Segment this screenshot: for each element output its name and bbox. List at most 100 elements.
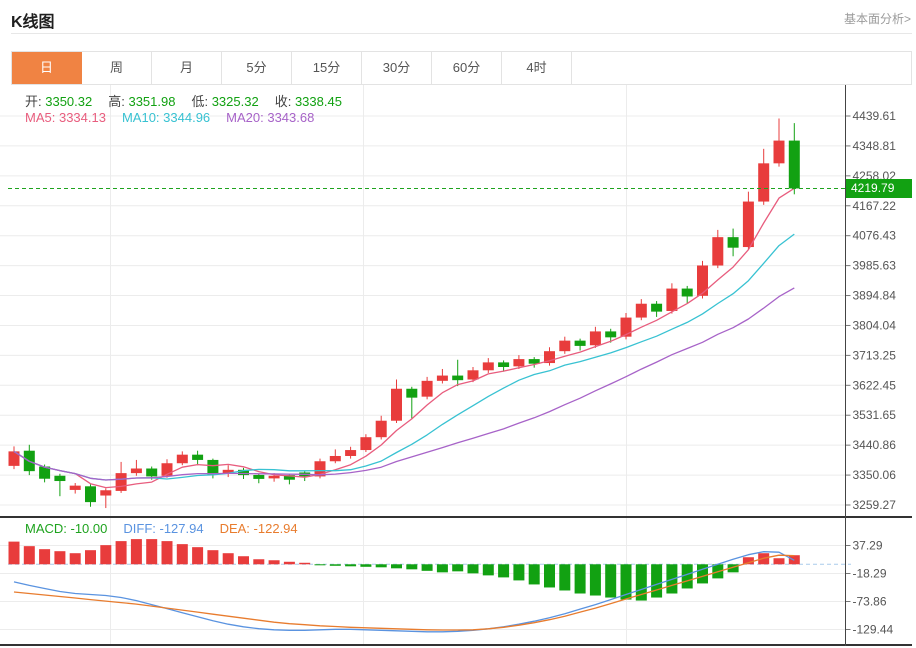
candle-body <box>728 237 739 248</box>
macd-histogram-bar <box>146 539 157 564</box>
macd-histogram-bar <box>682 564 693 588</box>
legend-item: 低: 3325.32 <box>191 94 258 109</box>
macd-histogram-bar <box>253 559 264 564</box>
legend-item: 收: 3338.45 <box>275 94 342 109</box>
candle-body <box>758 163 769 201</box>
candle-body <box>146 469 157 477</box>
candle-body <box>605 331 616 337</box>
ma10-line <box>14 234 794 480</box>
macd-histogram-bar <box>70 553 81 564</box>
tab-interval-1[interactable]: 周 <box>82 52 152 84</box>
candle-body <box>452 376 463 381</box>
interval-tab-bar: 日周月5分15分30分60分4时 <box>11 51 912 85</box>
candle-body <box>682 289 693 297</box>
candle-body <box>406 389 417 398</box>
candle-body <box>468 370 479 379</box>
page-title: K线图 <box>11 8 55 32</box>
candle-body <box>345 450 356 456</box>
ma20-line <box>14 288 794 480</box>
tab-interval-2[interactable]: 月 <box>152 52 222 84</box>
macd-histogram-bar <box>192 547 203 564</box>
candle-body <box>253 475 264 479</box>
y-axis-label: 4348.81 <box>853 139 897 153</box>
y-axis-label: 3350.06 <box>853 468 897 482</box>
macd-histogram-bar <box>54 551 65 564</box>
tab-interval-0[interactable]: 日 <box>12 52 82 84</box>
current-price-badge: 4219.79 <box>846 179 912 198</box>
fundamental-analysis-link[interactable]: 基本面分析> <box>844 10 911 27</box>
candle-body <box>85 486 96 502</box>
macd-histogram-bar <box>39 549 50 564</box>
candle-body <box>376 421 387 437</box>
candle-body <box>575 341 586 346</box>
macd-histogram-bar <box>360 564 371 567</box>
candle-body <box>743 202 754 247</box>
macd-histogram-bar <box>483 564 494 575</box>
macd-legend: MACD: -10.00 DIFF: -127.94 DEA: -122.94 <box>25 521 314 536</box>
candle-body <box>207 460 218 475</box>
legend-item: MA10: 3344.96 <box>122 110 210 125</box>
y-axis-label: 3894.84 <box>853 289 897 303</box>
macd-axis-label: 37.29 <box>853 539 883 553</box>
candle-body <box>590 331 601 345</box>
macd-histogram-bar <box>559 564 570 590</box>
legend-item: DIFF: -127.94 <box>123 521 203 536</box>
candle-body <box>70 486 81 490</box>
macd-histogram-bar <box>24 546 35 564</box>
macd-histogram-bar <box>376 564 387 567</box>
macd-histogram-bar <box>605 564 616 597</box>
macd-histogram-bar <box>406 564 417 569</box>
macd-histogram-bar <box>651 564 662 597</box>
macd-histogram-bar <box>223 553 234 564</box>
y-axis-label: 4076.43 <box>853 229 897 243</box>
macd-histogram-bar <box>468 564 479 573</box>
candle-body <box>116 473 127 491</box>
macd-histogram-bar <box>345 564 356 566</box>
y-axis-label: 3713.25 <box>853 348 897 362</box>
ma-legend: MA5: 3334.13MA10: 3344.96MA20: 3343.68 <box>25 110 330 125</box>
legend-item: MACD: -10.00 <box>25 521 107 536</box>
macd-histogram-bar <box>437 564 448 572</box>
tab-interval-7[interactable]: 4时 <box>502 52 572 84</box>
tab-interval-6[interactable]: 60分 <box>432 52 502 84</box>
tab-interval-3[interactable]: 5分 <box>222 52 292 84</box>
macd-histogram-bar <box>330 564 341 566</box>
candle-body <box>437 376 448 381</box>
ma5-line <box>14 188 794 487</box>
macd-histogram-bar <box>299 563 310 565</box>
legend-item: 高: 3351.98 <box>108 94 175 109</box>
kline-app: 4439.614348.814258.024167.224076.433985.… <box>0 0 916 648</box>
candle-body <box>269 476 280 479</box>
macd-histogram-bar <box>162 541 173 564</box>
macd-histogram-bar <box>315 564 326 565</box>
y-axis-label: 3622.45 <box>853 378 897 392</box>
candle-body <box>789 141 800 189</box>
legend-item: DEA: -122.94 <box>220 521 298 536</box>
macd-histogram-bar <box>116 541 127 564</box>
candle-body <box>192 455 203 460</box>
candle-body <box>391 389 402 421</box>
macd-axis-label: -129.44 <box>853 623 894 637</box>
macd-histogram-bar <box>85 550 96 564</box>
y-axis-label: 3259.27 <box>853 498 897 512</box>
candle-body <box>360 437 371 450</box>
macd-axis-label: -73.86 <box>853 595 887 609</box>
macd-histogram-bar <box>529 564 540 584</box>
macd-histogram-bar <box>100 545 111 564</box>
macd-histogram-bar <box>498 564 509 577</box>
macd-histogram-bar <box>9 542 20 565</box>
candle-body <box>651 304 662 312</box>
y-axis-label: 4167.22 <box>853 199 897 213</box>
tab-interval-4[interactable]: 15分 <box>292 52 362 84</box>
macd-histogram-bar <box>269 560 280 564</box>
tab-interval-5[interactable]: 30分 <box>362 52 432 84</box>
macd-histogram-bar <box>774 558 785 564</box>
candle-body <box>131 469 142 474</box>
candle-body <box>697 265 708 295</box>
macd-histogram-bar <box>177 544 188 564</box>
candle-body <box>330 456 341 461</box>
legend-item: MA20: 3343.68 <box>226 110 314 125</box>
candle-body <box>54 476 65 481</box>
y-axis-label: 3440.86 <box>853 438 897 452</box>
macd-histogram-bar <box>238 556 249 564</box>
